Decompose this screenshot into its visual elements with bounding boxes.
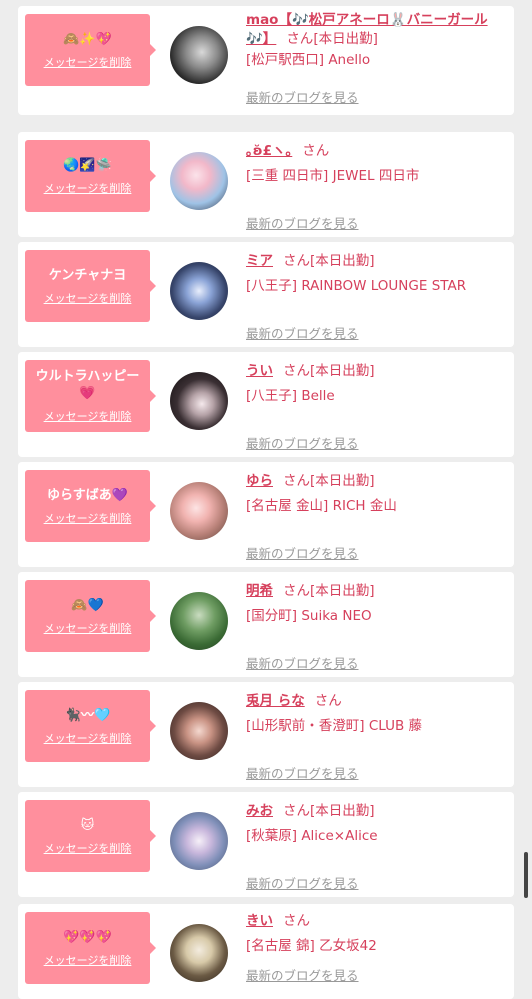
san-label: さん [283, 473, 310, 489]
cast-name-link[interactable]: ｡ʚ̆£ヽ｡ [246, 143, 292, 159]
cast-info: きい さん [名古屋 錦] 乙女坂42 [246, 912, 508, 956]
cast-card: 🙈💙 メッセージを削除 明希 さん[本日出勤] [国分町] Suika NEO 最… [18, 572, 514, 677]
cast-card: 🙈✨💖 メッセージを削除 mao【🎶松戸アネーロ🐰バニーガール🎶】 さん[本日出勤… [18, 6, 514, 115]
message-text: 🙈✨💖 [63, 31, 112, 47]
latest-blog-link[interactable]: 最新のブログを見る [246, 653, 359, 672]
delete-message-link[interactable]: メッセージを削除 [44, 952, 132, 968]
delete-message-link[interactable]: メッセージを削除 [44, 730, 132, 746]
latest-blog-link[interactable]: 最新のブログを見る [246, 965, 359, 984]
status-label: [本日出勤] [310, 473, 375, 489]
message-text: ゆらすばあ💜 [47, 487, 128, 503]
message-text: 🌏🌠🛸 [63, 157, 112, 173]
message-bubble: 🌏🌠🛸 メッセージを削除 [25, 140, 156, 212]
san-label: さん [283, 253, 310, 269]
cast-card: 🌏🌠🛸 メッセージを削除 ｡ʚ̆£ヽ｡ さん [三重 四日市] JEWEL 四日市… [18, 132, 514, 237]
cast-card: 🐈‍⬛〰🩵 メッセージを削除 兎月 らな さん [山形駅前・香澄町] CLUB 藤… [18, 682, 514, 787]
cast-name-link[interactable]: 兎月 らな [246, 693, 305, 709]
cast-info: うい さん[本日出勤] [八王子] Belle [246, 362, 508, 406]
cast-name-link[interactable]: ゆら [246, 473, 273, 489]
avatar[interactable] [170, 812, 228, 870]
cast-name-link[interactable]: うい [246, 363, 273, 379]
cast-name-link[interactable]: ミア [246, 253, 273, 269]
cast-info: ゆら さん[本日出勤] [名古屋 金山] RICH 金山 [246, 472, 508, 516]
status-label: [本日出勤] [310, 363, 375, 379]
message-bubble: ウルトラハッピー💗 メッセージを削除 [25, 360, 156, 432]
cast-info: ミア さん[本日出勤] [八王子] RAINBOW LOUNGE STAR [246, 252, 508, 296]
latest-blog-link[interactable]: 最新のブログを見る [246, 543, 359, 562]
status-label: [本日出勤] [310, 803, 375, 819]
cast-card: ウルトラハッピー💗 メッセージを削除 うい さん[本日出勤] [八王子] Bell… [18, 352, 514, 457]
message-bubble: 🙈✨💖 メッセージを削除 [25, 14, 156, 86]
cast-name-link[interactable]: 明希 [246, 583, 273, 599]
shop-label: [三重 四日市] JEWEL 四日市 [246, 168, 420, 184]
shop-label: [名古屋 金山] RICH 金山 [246, 498, 397, 514]
cast-card: ケンチャナヨ メッセージを削除 ミア さん[本日出勤] [八王子] RAINBOW… [18, 242, 514, 347]
status-label: [本日出勤] [313, 31, 378, 47]
san-label: さん [283, 803, 310, 819]
avatar[interactable] [170, 702, 228, 760]
delete-message-link[interactable]: メッセージを削除 [44, 408, 132, 424]
message-text: 🐈‍⬛〰🩵 [64, 707, 111, 723]
delete-message-link[interactable]: メッセージを削除 [44, 620, 132, 636]
latest-blog-link[interactable]: 最新のブログを見る [246, 873, 359, 892]
avatar[interactable] [170, 372, 228, 430]
delete-message-link[interactable]: メッセージを削除 [44, 510, 132, 526]
message-text: 🙈💙 [71, 597, 104, 613]
latest-blog-link[interactable]: 最新のブログを見る [246, 87, 359, 106]
message-bubble: 💖💖💖 メッセージを削除 [25, 912, 156, 984]
cast-info: ｡ʚ̆£ヽ｡ さん [三重 四日市] JEWEL 四日市 [246, 142, 508, 186]
message-text: ウルトラハッピー💗 [35, 369, 140, 401]
delete-message-link[interactable]: メッセージを削除 [44, 290, 132, 306]
shop-label: [国分町] Suika NEO [246, 608, 372, 624]
avatar[interactable] [170, 262, 228, 320]
latest-blog-link[interactable]: 最新のブログを見る [246, 763, 359, 782]
shop-label: [秋葉原] Alice×Alice [246, 828, 378, 844]
message-text: 🐱 [80, 817, 95, 833]
cast-info: mao【🎶松戸アネーロ🐰バニーガール🎶】 さん[本日出勤] [松戸駅西口] Ane… [246, 11, 508, 70]
message-bubble: 🐈‍⬛〰🩵 メッセージを削除 [25, 690, 156, 762]
cast-card: ゆらすばあ💜 メッセージを削除 ゆら さん[本日出勤] [名古屋 金山] RICH… [18, 462, 514, 567]
shop-label: [名古屋 錦] 乙女坂42 [246, 938, 377, 954]
scrollbar[interactable] [524, 852, 528, 898]
shop-label: [八王子] Belle [246, 388, 335, 404]
avatar[interactable] [170, 152, 228, 210]
delete-message-link[interactable]: メッセージを削除 [44, 840, 132, 856]
cast-info: 明希 さん[本日出勤] [国分町] Suika NEO [246, 582, 508, 626]
message-bubble: ゆらすばあ💜 メッセージを削除 [25, 470, 156, 542]
avatar[interactable] [170, 592, 228, 650]
san-label: さん [283, 583, 310, 599]
shop-label: [山形駅前・香澄町] CLUB 藤 [246, 718, 423, 734]
shop-label: [松戸駅西口] Anello [246, 52, 371, 68]
message-bubble: 🐱 メッセージを削除 [25, 800, 156, 872]
cast-card: 🐱 メッセージを削除 みお さん[本日出勤] [秋葉原] Alice×Alice … [18, 792, 514, 897]
message-bubble: 🙈💙 メッセージを削除 [25, 580, 156, 652]
message-text: 💖💖💖 [63, 929, 112, 945]
avatar[interactable] [170, 924, 228, 982]
san-label: さん [302, 143, 330, 159]
san-label: さん [283, 363, 310, 379]
cast-info: みお さん[本日出勤] [秋葉原] Alice×Alice [246, 802, 508, 846]
cast-name-link[interactable]: きい [246, 913, 273, 929]
delete-message-link[interactable]: メッセージを削除 [44, 180, 132, 196]
delete-message-link[interactable]: メッセージを削除 [44, 54, 132, 70]
latest-blog-link[interactable]: 最新のブログを見る [246, 433, 359, 452]
avatar[interactable] [170, 26, 228, 84]
latest-blog-link[interactable]: 最新のブログを見る [246, 213, 359, 232]
san-label: さん [283, 913, 310, 929]
message-text: ケンチャナヨ [48, 267, 127, 283]
status-label: [本日出勤] [310, 253, 375, 269]
cast-info: 兎月 らな さん [山形駅前・香澄町] CLUB 藤 [246, 692, 508, 736]
shop-label: [八王子] RAINBOW LOUNGE STAR [246, 278, 467, 294]
cast-card: 💖💖💖 メッセージを削除 きい さん [名古屋 錦] 乙女坂42 最新のブログを見… [18, 904, 514, 999]
message-bubble: ケンチャナヨ メッセージを削除 [25, 250, 156, 322]
latest-blog-link[interactable]: 最新のブログを見る [246, 323, 359, 342]
san-label: さん [286, 31, 314, 47]
status-label: [本日出勤] [310, 583, 375, 599]
avatar[interactable] [170, 482, 228, 540]
cast-name-link[interactable]: みお [246, 803, 273, 819]
san-label: さん [314, 693, 342, 709]
